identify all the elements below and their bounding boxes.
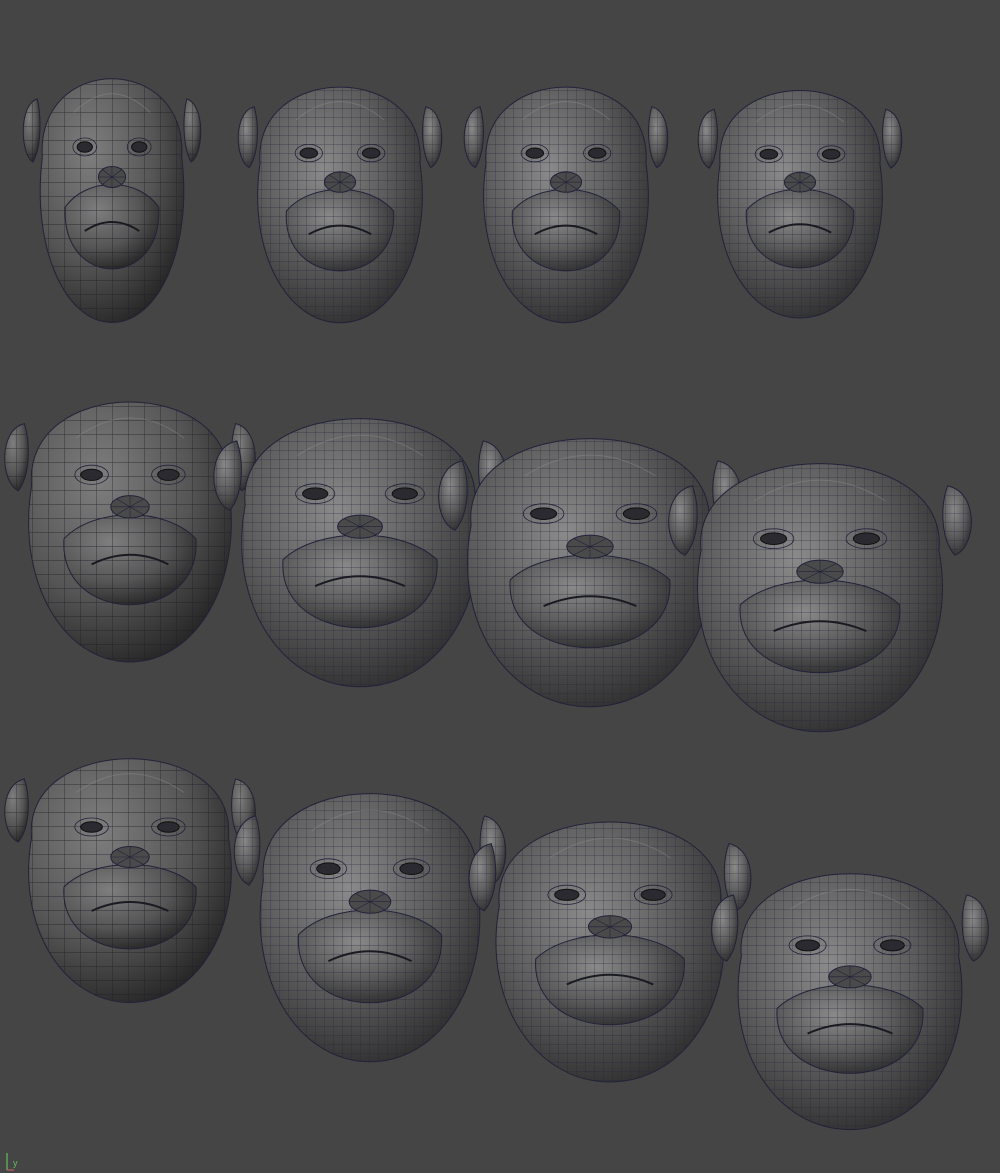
eye-mesh [76, 141, 93, 153]
three-quarter-view-base-cage-head [4, 401, 256, 663]
3d-viewport[interactable]: y [0, 0, 1000, 1173]
eye-mesh [157, 821, 180, 833]
eye-mesh [554, 888, 580, 901]
eye-mesh [131, 141, 148, 153]
eye-mesh [640, 888, 666, 901]
eye-mesh [299, 147, 319, 159]
side-three-quarter-view-subdiv-level-1-head [233, 793, 507, 1063]
front-view-base-cage-head [22, 78, 202, 324]
eye-mesh [316, 862, 341, 875]
eye-mesh [795, 939, 821, 952]
eye-mesh [622, 507, 650, 520]
front-view-subdiv-level-1-head [237, 86, 443, 324]
side-three-quarter-view-subdiv-level-2-head [468, 821, 752, 1083]
side-three-quarter-view-subdiv-level-3-head [711, 873, 989, 1131]
front-view-subdiv-level-3-head [697, 90, 903, 319]
eye-mesh [879, 939, 905, 952]
eye-mesh [80, 468, 103, 481]
eye-mesh [759, 148, 779, 160]
eye-mesh [530, 507, 558, 520]
eye-mesh [80, 821, 103, 833]
eye-mesh [587, 147, 607, 159]
side-three-quarter-view-base-cage-head [4, 758, 256, 1004]
three-quarter-view-subdiv-level-3-head [668, 463, 972, 733]
eye-mesh [525, 147, 545, 159]
three-quarter-view-subdiv-level-1-head [213, 418, 507, 688]
axis-y-label: y [13, 1158, 18, 1168]
dog-head-wireframe-scene [4, 78, 989, 1131]
eye-mesh [391, 487, 418, 500]
eye-mesh [852, 532, 880, 545]
eye-mesh [157, 468, 180, 481]
eye-mesh [760, 532, 788, 545]
eye-mesh [302, 487, 329, 500]
eye-mesh [821, 148, 841, 160]
eye-mesh [399, 862, 424, 875]
eye-mesh [361, 147, 381, 159]
three-quarter-view-subdiv-level-2-head [438, 438, 742, 708]
front-view-subdiv-level-2-head [463, 86, 669, 324]
